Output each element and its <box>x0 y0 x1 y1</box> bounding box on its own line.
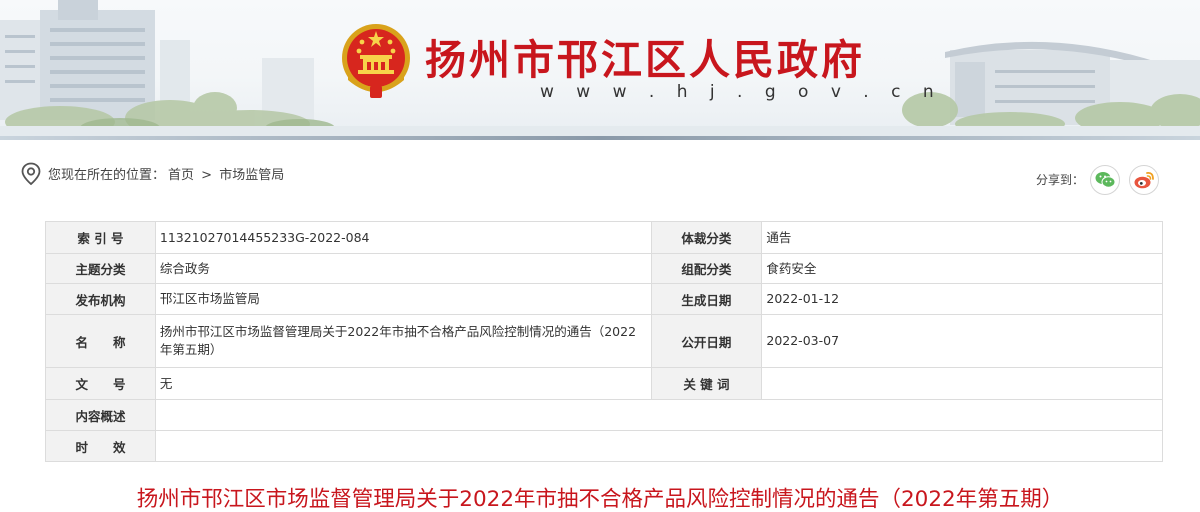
table-row: 文 号 无 关 键 词 <box>45 367 1163 400</box>
genre-label: 体裁分类 <box>650 221 763 254</box>
site-banner: 扬州市邗江区人民政府 w w w . h j . g o v . c n <box>0 0 1200 140</box>
breadcrumb-current-link[interactable]: 市场监管局 <box>219 168 284 183</box>
topic-label: 主题分类 <box>45 253 156 284</box>
name-label: 名 称 <box>45 314 156 368</box>
breadcrumb-home-link[interactable]: 首页 <box>168 168 194 183</box>
table-row: 名 称 扬州市邗江区市场监督管理局关于2022年市抽不合格产品风险控制情况的通告… <box>45 314 1163 368</box>
org-category-label: 组配分类 <box>650 253 763 284</box>
validity-label: 时 效 <box>45 430 156 462</box>
genre-value: 通告 <box>761 221 1163 254</box>
table-row: 发布机构 邗江区市场监管局 生成日期 2022-01-12 <box>45 283 1163 315</box>
site-title[interactable]: 扬州市邗江区人民政府 <box>425 26 865 86</box>
wechat-icon <box>1095 172 1116 188</box>
doc-no-value: 无 <box>154 367 652 400</box>
publisher-label: 发布机构 <box>45 283 156 315</box>
national-emblem-icon <box>342 24 410 98</box>
breadcrumb-prefix: 您现在所在的位置： <box>48 168 166 183</box>
share-weibo-button[interactable] <box>1129 165 1159 195</box>
share-label: 分享到： <box>1036 173 1085 187</box>
created-date-label: 生成日期 <box>650 283 763 315</box>
keywords-value <box>761 367 1163 400</box>
summary-value <box>154 399 1164 431</box>
table-row: 时 效 <box>45 430 1164 462</box>
breadcrumb-bar: 您现在所在的位置： 首页 > 市场监管局 分享到： <box>0 148 1200 210</box>
table-row: 内容概述 <box>45 399 1164 431</box>
created-date-value: 2022-01-12 <box>761 283 1163 315</box>
site-url[interactable]: w w w . h j . g o v . c n <box>540 82 942 102</box>
doc-no-label: 文 号 <box>45 367 156 400</box>
table-row: 索 引 号 11321027014455233G-2022-084 体裁分类 通… <box>45 221 1163 254</box>
publisher-value: 邗江区市场监管局 <box>154 283 652 315</box>
index-no-label: 索 引 号 <box>45 221 156 254</box>
name-value: 扬州市邗江区市场监督管理局关于2022年市抽不合格产品风险控制情况的通告（202… <box>154 314 652 368</box>
article-title: 扬州市邗江区市场监督管理局关于2022年市抽不合格产品风险控制情况的通告（202… <box>136 487 1064 512</box>
validity-value <box>154 430 1164 462</box>
public-date-value: 2022-03-07 <box>761 314 1163 368</box>
banner-divider <box>0 136 1200 140</box>
document-info-table: 索 引 号 11321027014455233G-2022-084 体裁分类 通… <box>45 221 1164 462</box>
weibo-icon <box>1134 171 1154 189</box>
index-no-value: 11321027014455233G-2022-084 <box>154 221 652 254</box>
breadcrumb-separator: > <box>201 168 213 183</box>
location-pin-icon <box>21 162 41 186</box>
keywords-label: 关 键 词 <box>650 367 763 400</box>
public-date-label: 公开日期 <box>650 314 763 368</box>
org-category-value: 食药安全 <box>761 253 1163 284</box>
summary-label: 内容概述 <box>45 399 156 431</box>
breadcrumb: 您现在所在的位置： 首页 > 市场监管局 <box>48 164 287 183</box>
table-row: 主题分类 综合政务 组配分类 食药安全 <box>45 253 1163 284</box>
share-wechat-button[interactable] <box>1090 165 1120 195</box>
topic-value: 综合政务 <box>154 253 652 284</box>
